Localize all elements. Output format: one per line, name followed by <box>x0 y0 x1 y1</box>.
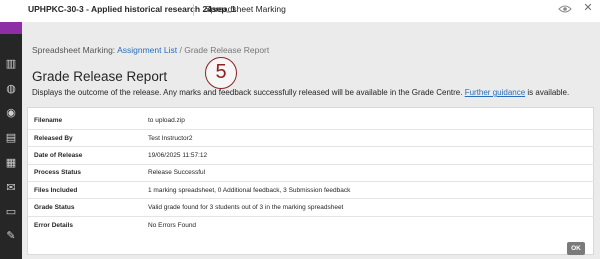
breadcrumb-separator: / <box>179 45 182 55</box>
grades-icon[interactable]: ✎ <box>5 230 17 242</box>
table-row: Released By Test Instructor2 <box>28 129 594 148</box>
close-icon[interactable]: ✕ <box>582 2 594 14</box>
further-guidance-link[interactable]: Further guidance <box>465 88 525 97</box>
table-row: Process Status Release Successful <box>28 164 594 183</box>
ok-button[interactable]: OK <box>567 242 585 255</box>
calendar-icon[interactable]: ▦ <box>5 157 17 169</box>
description-text: Displays the outcome of the release. Any… <box>32 88 463 97</box>
row-label: Error Details <box>34 221 74 229</box>
breadcrumb: Spreadsheet Marking: Assignment List / G… <box>32 45 269 55</box>
table-row: Grade Status Valid grade found for 3 stu… <box>28 198 594 217</box>
header-divider <box>193 4 194 16</box>
profile-icon[interactable]: ◉ <box>5 107 17 119</box>
description-suffix: is available. <box>527 88 570 97</box>
release-details-card: Filename to upload.zip Released By Test … <box>27 107 594 255</box>
mail-icon[interactable]: ✉ <box>5 182 17 194</box>
page-title: Grade Release Report <box>32 69 168 84</box>
row-value: 1 marking spreadsheet, 0 Additional feed… <box>144 181 594 200</box>
row-label: Released By <box>28 129 144 148</box>
row-label: Process Status <box>28 164 144 183</box>
row-value: Valid grade found for 3 students out of … <box>144 198 594 217</box>
messages-icon[interactable]: ▭ <box>5 206 17 218</box>
row-label: Filename <box>28 112 144 130</box>
eye-icon[interactable] <box>558 3 572 15</box>
table-row: Filename to upload.zip <box>28 112 594 130</box>
row-label: Date of Release <box>28 146 144 165</box>
step-number-badge: 5 <box>205 57 237 89</box>
row-value: to upload.zip <box>144 112 594 130</box>
page-description: Displays the outcome of the release. Any… <box>32 88 569 97</box>
table-row: Error Details No Errors Found <box>28 216 594 233</box>
release-details-table: Filename to upload.zip Released By Test … <box>28 112 594 234</box>
table-row: Date of Release 19/06/2025 11:57:12 <box>28 146 594 165</box>
row-label: Grade Status <box>28 198 144 217</box>
navigation-rail: ✕ ▥ ◍ ◉ ▤ ▦ ✉ ▭ ✎ <box>0 0 22 259</box>
globe-icon[interactable]: ◍ <box>5 83 17 95</box>
row-value: No Errors Found <box>148 221 197 229</box>
breadcrumb-current: Grade Release Report <box>184 45 270 55</box>
page-tab-spreadsheet-marking: Spreadsheet Marking <box>205 4 286 14</box>
book-icon[interactable]: ▤ <box>5 132 17 144</box>
row-value: 19/06/2025 11:57:12 <box>144 146 594 165</box>
row-value: Release Successful <box>144 164 594 183</box>
breadcrumb-prefix: Spreadsheet Marking: <box>32 45 116 55</box>
content-panel: Spreadsheet Marking: Assignment List / G… <box>22 22 600 259</box>
breadcrumb-assignment-list-link[interactable]: Assignment List <box>117 45 177 55</box>
top-header: UPHPKC-30-3 - Applied historical researc… <box>0 0 600 22</box>
row-label: Files Included <box>28 181 144 200</box>
table-row: Files Included 1 marking spreadsheet, 0 … <box>28 181 594 200</box>
row-value: Test Instructor2 <box>144 129 594 148</box>
institution-icon[interactable]: ▥ <box>5 58 17 70</box>
